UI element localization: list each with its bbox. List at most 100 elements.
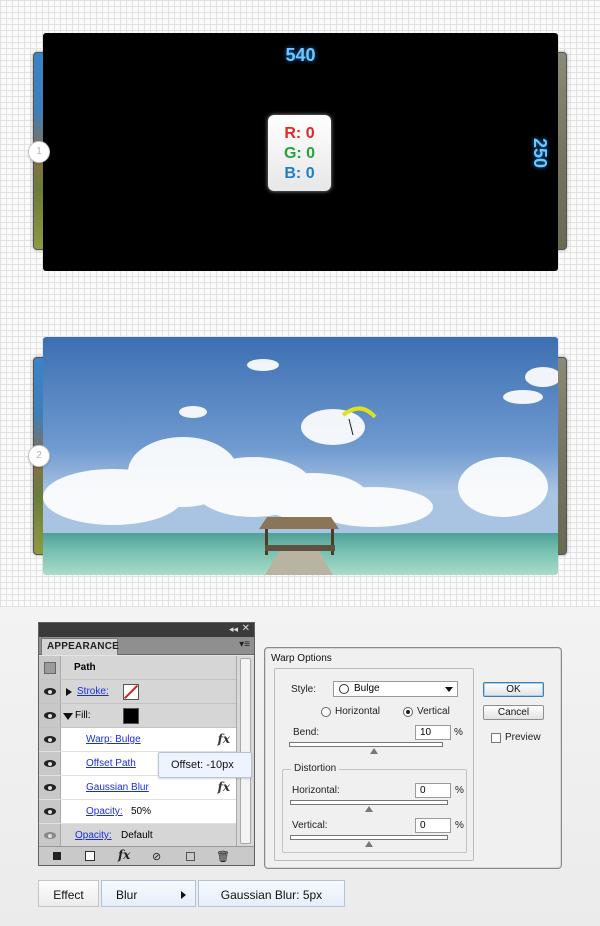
collapse-icon[interactable]: ◂◂ [229,624,238,635]
fx-icon[interactable]: fx [218,732,230,746]
chevron-right-icon [181,891,186,899]
row-opacity[interactable]: Opacity: 50% [39,800,236,824]
distortion-vertical-slider[interactable] [290,835,448,847]
rgb-g-value: G: 0 [283,145,316,162]
warp-options-dialog: Warp Options Style: Bulge Horizontal Ver… [264,647,562,869]
height-label: 250 [530,138,550,169]
step-2: 2 [0,335,600,580]
bend-label: Bend: [293,727,320,738]
step-1: 540 250 R: 0 G: 0 B: 0 1 [0,30,600,275]
row-stroke[interactable]: Stroke: [39,680,236,704]
stroke-swatch-none[interactable] [123,684,139,700]
vertical-radio[interactable] [403,707,413,717]
hut [259,517,339,575]
opacity-default-value: Default [121,830,153,841]
visibility-toggle[interactable] [39,752,61,775]
bend-unit: % [454,727,463,738]
distortion-horizontal-unit: % [455,785,464,796]
offset-path-link[interactable]: Offset Path [86,758,136,769]
black-rectangle: 540 250 R: 0 G: 0 B: 0 [43,33,558,271]
vertical-label: Vertical [417,706,450,717]
width-label: 540 [285,45,316,65]
offset-tooltip: Offset: -10px [158,752,252,778]
eye-icon [43,808,56,815]
appearance-panel: ◂◂ ✕ APPEARANCE ▾≡ Path Stroke: Fill: Wa… [38,622,255,866]
opacity-value: 50% [131,806,152,817]
panel-menu-icon[interactable]: ▾≡ [239,639,250,650]
fx-icon[interactable]: fx [218,780,230,794]
expand-icon[interactable] [66,688,72,696]
preview-label: Preview [505,732,541,743]
delete-icon[interactable]: 🗑 [216,850,230,863]
distortion-vertical-label: Vertical: [292,820,328,831]
new-fill-icon[interactable] [85,851,95,861]
visibility-toggle[interactable] [39,680,61,703]
eye-column [39,656,61,679]
distortion-vertical-unit: % [455,820,464,831]
eye-icon [43,784,56,791]
distortion-label: Distortion [291,763,340,774]
scrollbar-thumb[interactable] [240,658,251,844]
opacity-link[interactable]: Opacity: [75,830,112,841]
distortion-group: Distortion Horizontal: 0 % Vertical: 0 % [282,763,467,853]
distortion-horizontal-slider[interactable] [290,800,448,812]
distortion-horizontal-label: Horizontal: [292,785,340,796]
beach-photo [43,337,558,575]
bend-slider[interactable] [289,742,443,754]
fill-swatch-black[interactable] [123,708,139,724]
eye-icon [43,760,56,767]
beach-photo-image [43,337,558,575]
fx-icon[interactable]: fx [118,848,130,862]
menu-blur[interactable]: Blur [101,880,196,907]
preview-checkbox[interactable] [491,733,501,743]
rgb-r-value: R: 0 [284,125,315,142]
visibility-toggle[interactable] [39,704,61,727]
panel-tabs: APPEARANCE ▾≡ [39,637,254,655]
distortion-vertical-input[interactable]: 0 [415,818,451,833]
ok-button[interactable]: OK [483,682,544,697]
warp-link[interactable]: Warp: Bulge [86,734,141,745]
eye-icon [43,832,56,839]
bend-slider-thumb[interactable] [369,748,378,754]
step-badge: 2 [28,445,50,467]
visibility-toggle[interactable] [39,776,61,799]
opacity-link[interactable]: Opacity: [86,806,123,817]
close-icon[interactable]: ✕ [242,623,250,634]
row-warp[interactable]: Warp: Bulge fx [39,728,236,752]
row-gaussian-blur[interactable]: Gaussian Blur fx [39,776,236,800]
fill-label: Fill: [75,710,91,721]
step-badge: 1 [28,141,50,163]
style-dropdown[interactable]: Bulge [333,681,458,697]
eye-icon [43,712,56,719]
chevron-down-icon [445,687,453,692]
menu-blur-label: Blur [116,888,138,902]
distortion-horizontal-thumb[interactable] [365,806,373,812]
distortion-vertical-thumb[interactable] [365,841,373,847]
style-label: Style: [291,684,317,695]
distortion-horizontal-input[interactable]: 0 [415,783,451,798]
horizontal-radio[interactable] [321,707,331,717]
bulge-icon [339,684,349,694]
clear-icon[interactable]: ⊘ [152,850,161,863]
row-fill[interactable]: Fill: [39,704,236,728]
path-label: Path [74,662,96,673]
rgb-b-value: B: 0 [284,165,315,182]
menu-effect[interactable]: Effect [38,880,99,907]
bend-input[interactable]: 10 [415,725,451,740]
panel-titlebar: ◂◂ ✕ [39,623,254,637]
row-opacity-default[interactable]: Opacity: Default [39,824,236,848]
row-path[interactable]: Path [39,656,236,680]
duplicate-icon[interactable] [186,852,195,861]
eye-icon [43,688,56,695]
warp-settings-box: Style: Bulge Horizontal Vertical Bend: 1… [274,668,474,861]
visibility-toggle[interactable] [39,800,61,823]
tab-appearance[interactable]: APPEARANCE [41,638,119,655]
cancel-button[interactable]: Cancel [483,705,544,720]
visibility-toggle[interactable] [39,728,61,751]
gaussian-blur-link[interactable]: Gaussian Blur [86,782,149,793]
visibility-toggle[interactable] [39,824,61,847]
menu-gaussian-blur[interactable]: Gaussian Blur: 5px [198,880,345,907]
stroke-link[interactable]: Stroke: [77,686,109,697]
collapse-triangle-icon[interactable] [63,713,73,720]
new-art-icon[interactable] [53,852,61,860]
